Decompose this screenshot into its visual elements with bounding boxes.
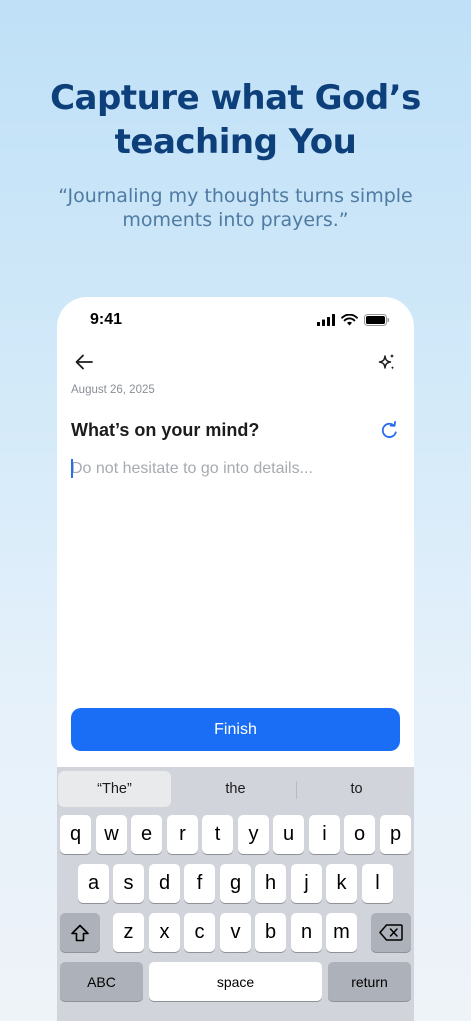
key-l[interactable]: l	[362, 864, 393, 903]
headline-line-2: teaching You	[114, 122, 357, 162]
suggestion-2[interactable]: the	[179, 771, 292, 807]
suggestion-1[interactable]: “The”	[58, 771, 171, 807]
hero-quote: “Journaling my thoughts turns simple mom…	[0, 184, 471, 232]
finish-button[interactable]: Finish	[71, 708, 400, 751]
key-t[interactable]: t	[202, 815, 233, 854]
ai-assist-button[interactable]	[372, 347, 402, 377]
return-key[interactable]: return	[328, 962, 411, 1001]
quote-line-1: “Journaling my thoughts turns simple	[58, 185, 413, 207]
abc-key[interactable]: ABC	[60, 962, 143, 1001]
refresh-prompt-button[interactable]	[378, 419, 400, 441]
backspace-icon	[379, 924, 403, 941]
key-i[interactable]: i	[309, 815, 340, 854]
key-g[interactable]: g	[220, 864, 251, 903]
key-u[interactable]: u	[273, 815, 304, 854]
key-a[interactable]: a	[78, 864, 109, 903]
key-c[interactable]: c	[184, 913, 215, 952]
key-j[interactable]: j	[291, 864, 322, 903]
key-p[interactable]: p	[380, 815, 411, 854]
key-q[interactable]: q	[60, 815, 91, 854]
key-o[interactable]: o	[344, 815, 375, 854]
key-d[interactable]: d	[149, 864, 180, 903]
cellular-signal-icon	[317, 314, 335, 326]
hero-headline: Capture what God’s teaching You	[0, 76, 471, 164]
key-n[interactable]: n	[291, 913, 322, 952]
back-button[interactable]	[69, 347, 99, 377]
suggestion-divider	[296, 781, 297, 799]
quote-line-2: moments into prayers.”	[122, 209, 349, 231]
key-e[interactable]: e	[131, 815, 162, 854]
status-icons	[317, 314, 390, 326]
shift-key[interactable]	[60, 913, 100, 952]
key-w[interactable]: w	[96, 815, 127, 854]
ios-keyboard: “The” the to q w e r t y u i o p a s d f…	[57, 767, 414, 1021]
delete-key[interactable]	[371, 913, 411, 952]
space-key[interactable]: space	[149, 962, 322, 1001]
wifi-icon	[341, 314, 358, 326]
key-f[interactable]: f	[184, 864, 215, 903]
headline-line-1: Capture what God’s	[50, 78, 421, 118]
key-s[interactable]: s	[113, 864, 144, 903]
status-time: 9:41	[90, 311, 123, 328]
status-bar: 9:41	[57, 297, 414, 345]
sparkle-icon	[378, 353, 395, 370]
key-h[interactable]: h	[255, 864, 286, 903]
key-k[interactable]: k	[326, 864, 357, 903]
suggestion-bar: “The” the to	[57, 771, 414, 807]
phone-mockup: 9:41 August 26, 2025 What’s on your mind…	[57, 297, 414, 1021]
key-r[interactable]: r	[167, 815, 198, 854]
battery-icon	[364, 314, 390, 326]
text-caret	[71, 459, 73, 478]
entry-date: August 26, 2025	[71, 384, 155, 396]
key-m[interactable]: m	[326, 913, 357, 952]
top-nav	[57, 345, 414, 381]
journal-entry-input[interactable]	[71, 457, 401, 481]
journal-prompt: What’s on your mind?	[71, 420, 260, 440]
key-x[interactable]: x	[149, 913, 180, 952]
refresh-icon	[381, 420, 397, 438]
key-b[interactable]: b	[255, 913, 286, 952]
arrow-left-icon	[75, 354, 93, 370]
suggestion-3[interactable]: to	[300, 771, 413, 807]
key-v[interactable]: v	[220, 913, 251, 952]
key-z[interactable]: z	[113, 913, 144, 952]
key-y[interactable]: y	[238, 815, 269, 854]
shift-icon	[71, 924, 89, 941]
